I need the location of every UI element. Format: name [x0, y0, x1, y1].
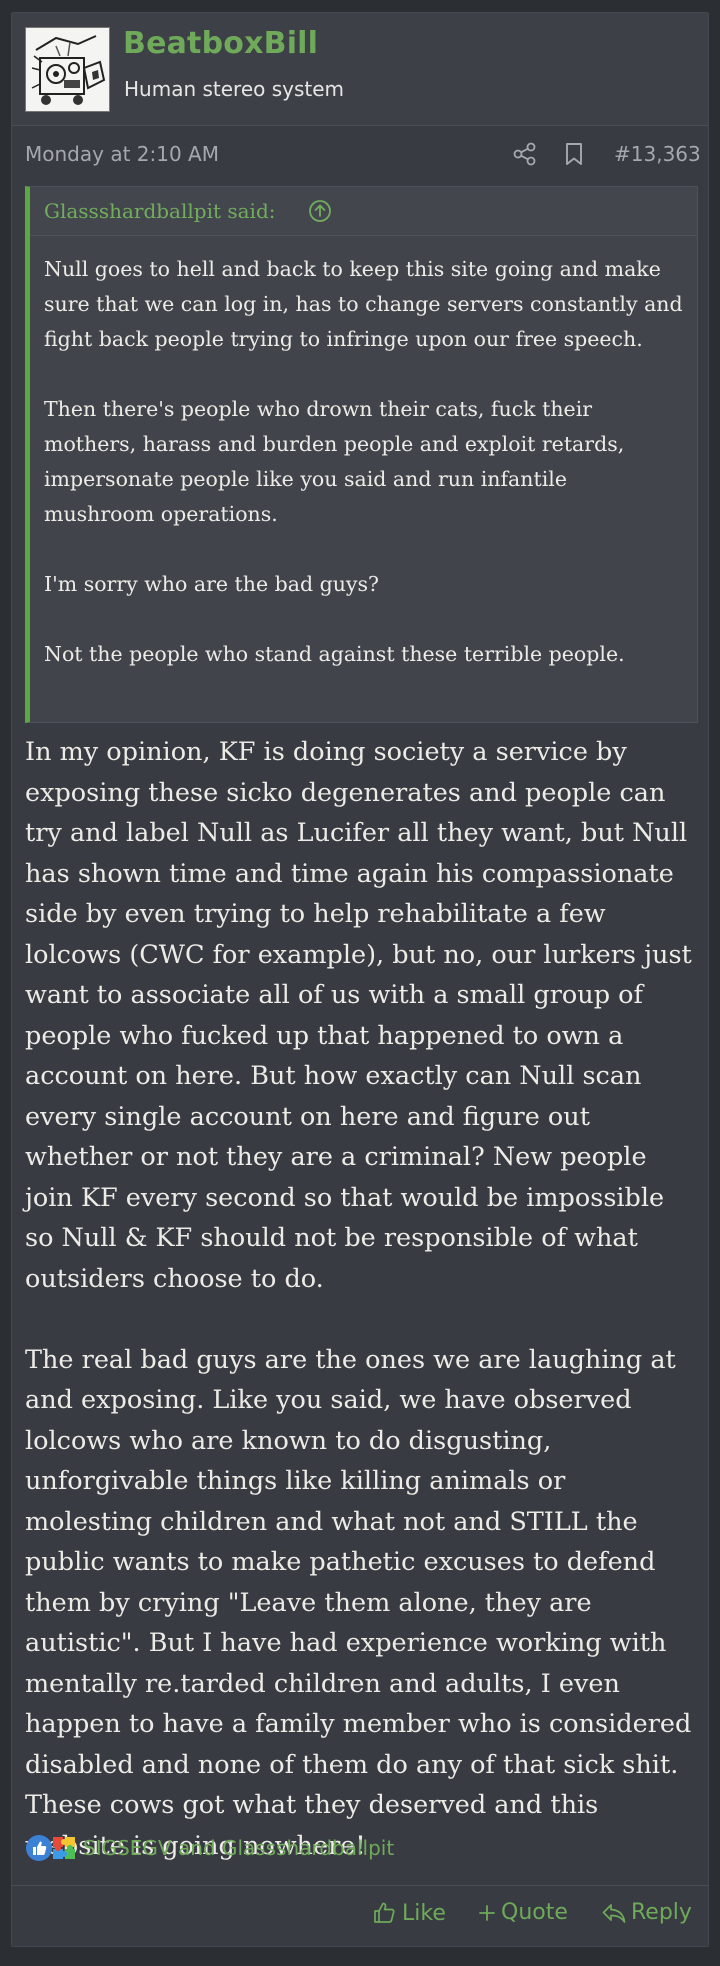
post-date[interactable]: Monday at 2:10 AM: [25, 142, 219, 166]
post-attribution-bar: Monday at 2:10 AM #13,363: [12, 126, 708, 186]
post-number-link[interactable]: #13,363: [614, 142, 701, 166]
reply-label: Reply: [631, 1900, 692, 1925]
quote-paragraph: Null goes to hell and back to keep this …: [44, 257, 683, 351]
post-user-header: BeatboxBill Human stereo system: [12, 13, 708, 126]
post-message-body: In my opinion, KF is doing society a ser…: [12, 723, 708, 1866]
user-title: Human stereo system: [124, 77, 345, 101]
quote-header: Glassshardballpit said:: [30, 187, 697, 236]
reply-arrow-icon: [602, 1903, 626, 1923]
quote-author[interactable]: Glassshardballpit said:: [44, 199, 276, 223]
plus-icon: [479, 1904, 495, 1921]
reactions-bar[interactable]: SIGSEGV and Glassshardballpit: [25, 1833, 394, 1863]
quote-button[interactable]: Quote: [477, 1900, 568, 1925]
quote-paragraph: Not the people who stand against these t…: [44, 642, 625, 666]
bookmark-icon[interactable]: [562, 141, 586, 167]
autistic-puzzle-reaction-icon: [50, 1834, 78, 1862]
quote-paragraph: I'm sorry who are the bad guys?: [44, 572, 380, 596]
like-reaction-icon: [25, 1834, 53, 1862]
thumbs-up-icon: [374, 1902, 395, 1923]
share-icon[interactable]: [512, 141, 538, 167]
reactions-users[interactable]: SIGSEGV and Glassshardballpit: [83, 1836, 394, 1860]
arrow-up-circle-icon[interactable]: [308, 199, 332, 223]
page: BeatboxBill Human stereo system Monday a…: [0, 0, 720, 1966]
message-paragraph: The real bad guys are the ones we are la…: [25, 1344, 692, 1861]
message-paragraph: In my opinion, KF is doing society a ser…: [25, 737, 692, 1294]
avatar-image: [26, 28, 109, 111]
like-button[interactable]: Like: [372, 1900, 446, 1926]
quote-paragraph: Then there's people who drown their cats…: [44, 397, 625, 526]
forum-post: BeatboxBill Human stereo system Monday a…: [11, 12, 709, 1947]
like-label: Like: [402, 1900, 446, 1926]
username-link[interactable]: BeatboxBill: [123, 26, 318, 61]
quote-body: Null goes to hell and back to keep this …: [30, 236, 697, 672]
post-actions-bar: Like Quote Reply: [12, 1885, 708, 1946]
quote-label: Quote: [501, 1900, 568, 1925]
reply-button[interactable]: Reply: [601, 1900, 692, 1925]
user-avatar[interactable]: [25, 27, 110, 112]
quote-block: Glassshardballpit said: Null goes to hel…: [25, 186, 698, 723]
